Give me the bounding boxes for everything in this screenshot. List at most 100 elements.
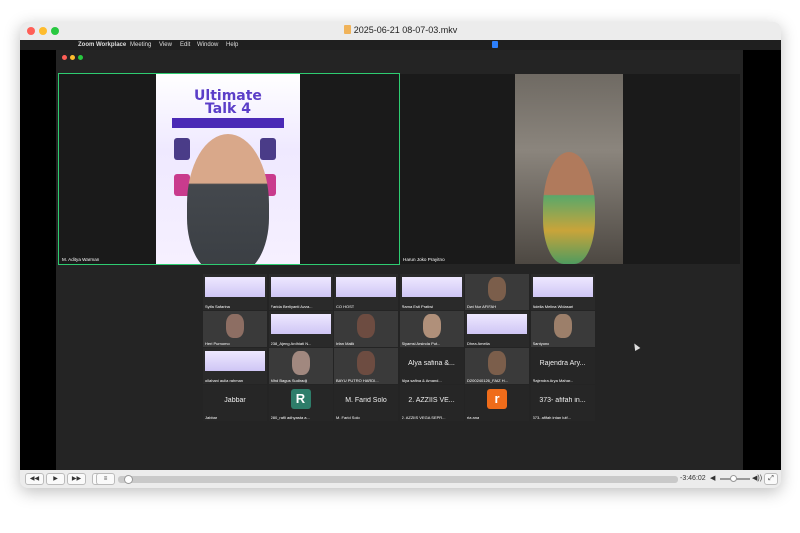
participant-video xyxy=(553,314,572,338)
zoom-zoom-dot xyxy=(78,55,83,60)
participant-name: Rajendra Arya Mahar... xyxy=(532,378,574,383)
poster-thumbnail xyxy=(532,277,593,297)
speaker-1-name: M. Aditya Warman xyxy=(62,257,100,262)
speaker-tile-1[interactable]: Ultimate Talk 4 M. Aditya Warman xyxy=(58,73,400,265)
window-title: 2025-06-21 08-07-03.mkv xyxy=(353,25,458,35)
participant-name: Irfan Malik xyxy=(336,341,355,346)
zoom-close-dot xyxy=(62,55,67,60)
gallery-tile[interactable]: ollahani aulia rahman xyxy=(203,348,267,384)
poster-thumbnail xyxy=(205,277,265,297)
gallery-tile[interactable]: CO HOST xyxy=(334,274,398,310)
gallery-tile[interactable]: Adella Melina Widasari xyxy=(530,274,595,310)
car-interior xyxy=(515,74,623,264)
gallery-tile[interactable]: 238_Ajeng Ardhiati N... xyxy=(268,311,333,347)
title-bar: 2025-06-21 08-07-03.mkv xyxy=(20,22,781,40)
gallery-tile[interactable]: Alya safina &... Alya safina & Amand... xyxy=(399,348,464,384)
participant-name: M. Farid Solo xyxy=(336,415,360,420)
avatar: R xyxy=(290,389,311,409)
gallery-tile[interactable]: r ria ana xyxy=(465,385,529,421)
poster-thumbnail xyxy=(270,314,331,334)
volume-knob[interactable] xyxy=(730,475,738,482)
participant-name: Rama Esti Pratiwi xyxy=(401,304,434,309)
gallery-tile[interactable]: D200240126_FAIZ H... xyxy=(465,348,529,384)
menubar-item-meeting: Meeting xyxy=(130,42,152,48)
player-controls: ◀◀ ▶ ▶▶ ■ ≡ -3:46:02 ◀ ◀)) ⤢ xyxy=(20,470,781,488)
speaker-1-video xyxy=(187,134,269,264)
poster-thumbnail xyxy=(467,314,527,334)
participant-display-name: 2. AZZIIS VE... xyxy=(408,397,455,404)
gallery-tile[interactable]: M. Farid Solo M. Farid Solo xyxy=(334,385,398,421)
participant-video xyxy=(488,351,506,375)
zoom-minimize-dot xyxy=(70,55,75,60)
menubar-item-edit: Edit xyxy=(180,42,191,48)
gallery-tile[interactable]: Dhea Amelia xyxy=(465,311,529,347)
gallery-tile[interactable]: BAYU PUTRO HARDI... xyxy=(334,348,398,384)
seek-bar[interactable] xyxy=(118,475,678,484)
participant-name: Santyono xyxy=(532,341,550,346)
participant-name: Heri Purnomo xyxy=(205,341,230,346)
gallery-tile[interactable]: Rajendra Ary... Rajendra Arya Mahar... xyxy=(530,348,595,384)
gallery-tile[interactable]: Dwi Nur AFIFAH xyxy=(465,274,529,310)
gallery-tile[interactable]: R 280_rafli adhyasta a... xyxy=(268,385,333,421)
menubar-app: Zoom Workplace xyxy=(78,42,127,48)
playlist-button[interactable]: ≡ xyxy=(96,473,115,485)
zoom-meeting-window: Ultimate Talk 4 M. Aditya Warman Harun J… xyxy=(56,50,743,470)
fullscreen-button[interactable]: ⤢ xyxy=(764,473,778,485)
recorded-menubar: Zoom Workplace Meeting View Edit Window … xyxy=(20,40,781,50)
participant-name: Dhea Amelia xyxy=(467,341,490,346)
poster-photo-1 xyxy=(174,138,190,160)
participant-video xyxy=(357,351,375,375)
participant-gallery: Syifa Safarina Farida Berliyanti Azza... C… xyxy=(203,274,595,422)
poster-thumbnail xyxy=(270,277,331,297)
participant-name: Syifa Safarina xyxy=(205,304,230,309)
gallery-tile[interactable]: Syifa Safarina xyxy=(203,274,267,310)
participant-name: Mhd Bagus Sudiradji xyxy=(270,378,308,383)
media-player-window: 2025-06-21 08-07-03.mkv Zoom Workplace M… xyxy=(20,22,781,488)
menubar-item-help: Help xyxy=(226,42,239,48)
participant-video xyxy=(422,314,441,338)
participant-name: 373- afifah intan lutf... xyxy=(532,415,571,420)
gallery-tile[interactable]: Santyono xyxy=(530,311,595,347)
speaker-2-name: Harun Joko Prayitno xyxy=(403,257,445,262)
speaker-2-video xyxy=(543,152,595,264)
participant-display-name: Rajendra Ary... xyxy=(539,360,586,367)
gallery-tile[interactable]: Heri Purnomo xyxy=(203,311,267,347)
zoom-status-icon xyxy=(492,41,498,48)
participant-video xyxy=(291,351,310,375)
participant-name: Siyamsi Arsinda Put... xyxy=(401,341,441,346)
gallery-tile[interactable]: Jabbar Jabbar xyxy=(203,385,267,421)
gallery-tile[interactable]: Rama Esti Pratiwi xyxy=(399,274,464,310)
participant-display-name: M. Farid Solo xyxy=(345,397,387,404)
poster-title-line2: Talk 4 xyxy=(205,101,251,117)
poster-title: Ultimate Talk 4 xyxy=(156,89,300,117)
speaker-tile-2[interactable]: Harun Joko Prayitno xyxy=(400,74,740,264)
video-file-icon xyxy=(343,25,351,34)
participant-video xyxy=(226,314,244,338)
window-title-wrap: 2025-06-21 08-07-03.mkv xyxy=(20,25,781,35)
volume-high-icon: ◀)) xyxy=(752,475,763,482)
fast-forward-button[interactable]: ▶▶ xyxy=(67,473,86,485)
participant-name: ria ana xyxy=(467,415,480,420)
gallery-tile[interactable]: Irfan Malik xyxy=(334,311,398,347)
participant-name: ollahani aulia rahman xyxy=(205,378,244,383)
participant-display-name: Alya safina &... xyxy=(408,360,455,367)
participant-name: Alya safina & Amand... xyxy=(401,378,442,383)
avatar: r xyxy=(487,389,507,409)
rewind-button[interactable]: ◀◀ xyxy=(25,473,44,485)
participant-name: Farida Berliyanti Azza... xyxy=(270,304,313,309)
poster-band xyxy=(172,118,284,128)
gallery-tile[interactable]: 373- afifah in... 373- afifah intan lutf.… xyxy=(530,385,595,421)
seek-knob[interactable] xyxy=(123,475,133,484)
participant-display-name: Jabbar xyxy=(224,397,246,404)
participant-video xyxy=(488,277,506,301)
play-button[interactable]: ▶ xyxy=(46,473,65,485)
gallery-tile[interactable]: Siyamsi Arsinda Put... xyxy=(399,311,464,347)
menubar-item-window: Window xyxy=(197,42,219,48)
participant-name: BAYU PUTRO HARDI... xyxy=(336,378,379,383)
gallery-tile[interactable]: Mhd Bagus Sudiradji xyxy=(268,348,333,384)
gallery-tile[interactable]: Farida Berliyanti Azza... xyxy=(268,274,333,310)
participant-name: 238_Ajeng Ardhiati N... xyxy=(270,341,312,346)
gallery-tile[interactable]: 2. AZZIIS VE... 2. AZZIIS VEGA SEPR... xyxy=(399,385,464,421)
poster-thumbnail xyxy=(336,277,396,297)
video-frame[interactable]: Zoom Workplace Meeting View Edit Window … xyxy=(20,40,781,470)
